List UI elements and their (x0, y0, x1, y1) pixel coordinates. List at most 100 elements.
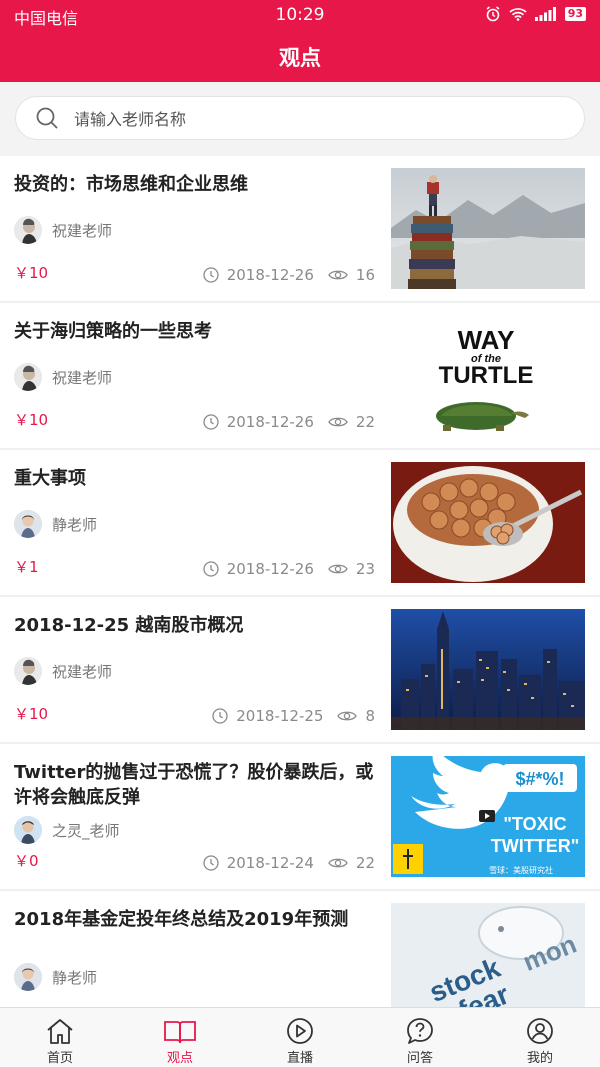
top-bar: 中国电信 10:29 93 观点 (0, 0, 600, 82)
article-list: 投资的：市场思维和企业思维 祝建老师 ￥10 2018-12-26 16 关于海… (0, 156, 600, 1038)
eye-icon (328, 417, 348, 427)
article-item[interactable]: 2018-12-25 越南股市概况 祝建老师 ￥10 2018-12-25 8 (0, 597, 600, 744)
status-bar: 中国电信 10:29 93 (0, 0, 600, 30)
article-date: 2018-12-24 (226, 854, 314, 872)
article-price: ￥10 (14, 705, 49, 723)
cover-title-line1: WAY (458, 325, 515, 355)
eye-icon (328, 270, 348, 280)
avatar (14, 963, 42, 991)
article-item[interactable]: 关于海归策略的一些思考 祝建老师 ￥10 2018-12-26 22 WAY o… (0, 303, 600, 450)
article-item[interactable]: 投资的：市场思维和企业思维 祝建老师 ￥10 2018-12-26 16 (0, 156, 600, 303)
view-number: 22 (355, 854, 375, 872)
eye-icon (337, 711, 358, 721)
question-icon (407, 1018, 433, 1044)
view-number: 8 (365, 707, 375, 725)
view-count: 23 (328, 560, 375, 578)
home-icon (47, 1019, 73, 1044)
article-meta: 2018-12-24 22 (203, 854, 375, 872)
tab-label: 我的 (526, 1051, 553, 1066)
article-date: 2018-12-26 (226, 413, 314, 431)
avatar (14, 216, 42, 244)
article-price: ￥10 (14, 411, 49, 429)
article-author[interactable]: 之灵_老师 (14, 816, 120, 844)
book-icon (164, 1021, 196, 1044)
search-icon (36, 107, 58, 129)
view-number: 22 (355, 413, 375, 431)
article-date: 2018-12-26 (226, 266, 314, 284)
status-icons: 93 (485, 6, 586, 22)
cover-title-line3: TURTLE (439, 362, 534, 389)
view-count: 8 (337, 707, 375, 725)
tab-live[interactable]: 直播 (240, 1008, 360, 1067)
tab-qa[interactable]: 问答 (360, 1008, 480, 1067)
article-title: 投资的：市场思维和企业思维 (14, 174, 248, 195)
article-title: 2018年基金定投年终总结及2019年预测 (14, 909, 349, 930)
clock-icon (203, 855, 219, 871)
clock-icon (212, 708, 228, 724)
article-author[interactable]: 祝建老师 (14, 216, 112, 244)
clock-icon (203, 267, 219, 283)
article-author[interactable]: 祝建老师 (14, 363, 112, 391)
search-area: 请输入老师名称 (0, 82, 600, 156)
article-thumbnail[interactable]: $#*%! "TOXIC TWITTER" 雪球：美股研究社 (391, 756, 585, 877)
article-price: ￥1 (14, 558, 39, 576)
alarm-icon (486, 6, 500, 22)
article-price: ￥0 (14, 852, 39, 870)
article-thumbnail[interactable] (391, 168, 585, 289)
article-thumbnail[interactable]: stock fear mon (391, 903, 585, 1024)
search-placeholder: 请输入老师名称 (74, 110, 187, 129)
view-count: 22 (328, 854, 375, 872)
signal-icon (534, 7, 556, 21)
wifi-icon (509, 8, 527, 21)
clock-icon (203, 414, 219, 430)
article-title: 关于海归策略的一些思考 (14, 321, 212, 342)
author-name: 之灵_老师 (52, 821, 120, 840)
tab-label: 观点 (166, 1051, 193, 1066)
author-name: 祝建老师 (52, 662, 113, 681)
cover-twitter-text: TWITTER" (491, 836, 580, 856)
view-count: 22 (328, 413, 375, 431)
tab-label: 首页 (46, 1051, 73, 1066)
article-price: ￥10 (14, 264, 49, 282)
article-author[interactable]: 静老师 (14, 963, 97, 991)
article-item[interactable]: Twitter的抛售过于恐慌了？股价暴跌后，或许将会触底反弹 之灵_老师 ￥0 … (0, 744, 600, 891)
article-author[interactable]: 静老师 (14, 510, 97, 538)
battery-level: 93 (564, 7, 586, 21)
avatar (14, 657, 42, 685)
eye-icon (328, 564, 348, 574)
article-item[interactable]: 重大事项 静老师 ￥1 2018-12-26 23 (0, 450, 600, 597)
view-count: 16 (328, 266, 375, 284)
view-number: 16 (355, 266, 375, 284)
tab-mine[interactable]: 我的 (480, 1008, 600, 1067)
user-icon (527, 1018, 553, 1044)
avatar (14, 816, 42, 844)
article-title: 重大事项 (14, 468, 86, 489)
avatar (14, 363, 42, 391)
article-title: 2018-12-25 越南股市概况 (14, 615, 244, 636)
clock-icon (203, 561, 219, 577)
article-date: 2018-12-25 (236, 707, 324, 725)
view-number: 23 (355, 560, 375, 578)
search-input[interactable]: 请输入老师名称 (15, 96, 585, 140)
article-meta: 2018-12-26 16 (203, 266, 375, 284)
eye-icon (328, 858, 348, 868)
tab-viewpoint[interactable]: 观点 (120, 1008, 240, 1067)
play-icon (287, 1018, 313, 1044)
tab-home[interactable]: 首页 (0, 1008, 120, 1067)
author-name: 祝建老师 (52, 368, 113, 387)
author-name: 静老师 (52, 968, 98, 987)
author-name: 静老师 (52, 515, 98, 534)
article-author[interactable]: 祝建老师 (14, 657, 112, 685)
tab-label: 问答 (406, 1051, 433, 1066)
cover-credit-text: 雪球：美股研究社 (489, 865, 553, 875)
page-title: 观点 (279, 46, 321, 70)
cover-bubble-text: $#*%! (515, 769, 564, 789)
article-meta: 2018-12-26 22 (203, 413, 375, 431)
author-name: 祝建老师 (52, 221, 113, 240)
article-date: 2018-12-26 (226, 560, 314, 578)
article-meta: 2018-12-25 8 (212, 707, 375, 725)
article-thumbnail[interactable] (391, 462, 585, 583)
article-thumbnail[interactable] (391, 609, 585, 730)
article-thumbnail[interactable]: WAY of the TURTLE (391, 315, 585, 436)
tab-label: 直播 (286, 1051, 313, 1066)
